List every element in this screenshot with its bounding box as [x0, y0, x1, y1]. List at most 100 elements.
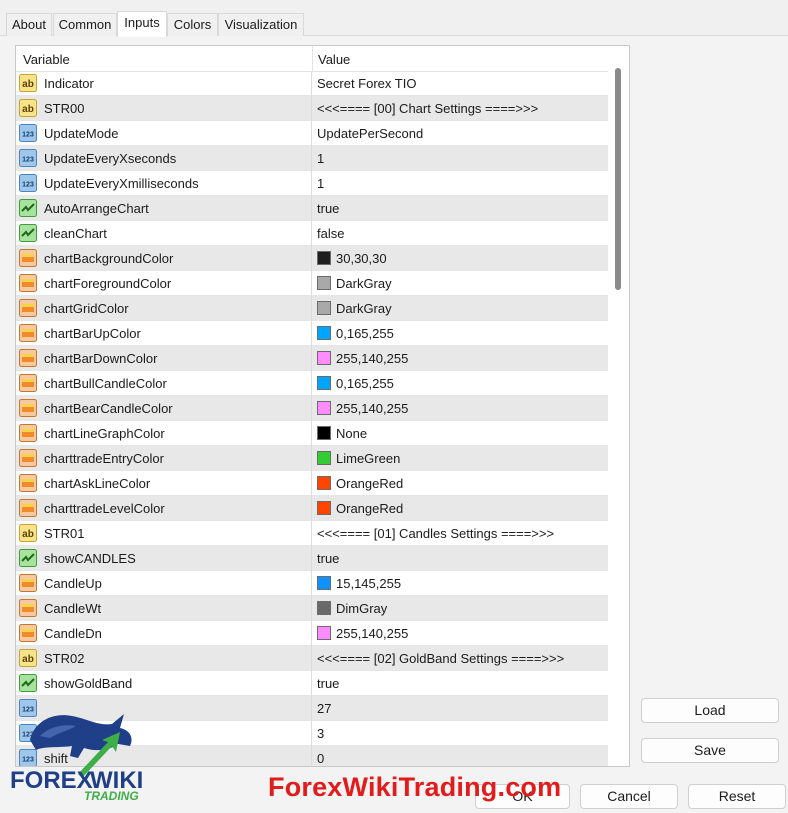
color-swatch[interactable] — [317, 376, 331, 390]
variable-value[interactable]: None — [336, 426, 367, 441]
color-swatch[interactable] — [317, 426, 331, 440]
column-divider[interactable] — [312, 46, 313, 72]
input-row[interactable]: CandleDn 255,140,255 — [16, 621, 608, 646]
variable-value[interactable]: <<<==== [02] GoldBand Settings ====>>> — [317, 651, 564, 666]
grid-header: Variable Value — [16, 46, 608, 72]
cell-divider — [311, 221, 312, 246]
color-swatch[interactable] — [317, 576, 331, 590]
color-swatch[interactable] — [317, 501, 331, 515]
column-header-value[interactable]: Value — [318, 52, 350, 67]
variable-name: AutoArrangeChart — [44, 201, 149, 216]
input-row[interactable]: chartBarUpColor 0,165,255 — [16, 321, 608, 346]
input-row[interactable]: ab STR00 <<<==== [00] Chart Settings ====>… — [16, 96, 608, 121]
variable-name: chartBarDownColor — [44, 351, 158, 366]
variable-value[interactable]: OrangeRed — [336, 501, 403, 516]
variable-value[interactable]: Secret Forex TIO — [317, 76, 416, 91]
input-row[interactable]: charttradeLevelColor OrangeRed — [16, 496, 608, 521]
scrollbar-thumb[interactable] — [615, 68, 621, 290]
variable-value[interactable]: 27 — [317, 701, 331, 716]
tab-colors[interactable]: Colors — [167, 13, 218, 36]
cell-divider — [311, 471, 312, 496]
variable-value[interactable]: 255,140,255 — [336, 351, 408, 366]
variable-name: UpdateMode — [44, 126, 119, 141]
input-row[interactable]: ab Indicator Secret Forex TIO — [16, 71, 608, 96]
input-row[interactable]: AutoArrangeChart true — [16, 196, 608, 221]
boolean-check-icon — [19, 224, 37, 242]
input-row[interactable]: cleanChart false — [16, 221, 608, 246]
color-swatch[interactable] — [317, 301, 331, 315]
input-row[interactable]: chartBearCandleColor 255,140,255 — [16, 396, 608, 421]
input-row[interactable]: CandleWt DimGray — [16, 596, 608, 621]
input-row[interactable]: charttradeEntryColor LimeGreen — [16, 446, 608, 471]
variable-value[interactable]: 0,165,255 — [336, 376, 394, 391]
variable-value[interactable]: 15,145,255 — [336, 576, 401, 591]
input-row[interactable]: chartBarDownColor 255,140,255 — [16, 346, 608, 371]
input-row[interactable]: chartBackgroundColor 30,30,30 — [16, 246, 608, 271]
input-row[interactable]: 123 UpdateEveryXmilliseconds 1 — [16, 171, 608, 196]
variable-name: CandleWt — [44, 601, 102, 616]
color-swatch[interactable] — [317, 451, 331, 465]
watermark-site-text: ForexWikiTrading.com — [268, 772, 562, 802]
variable-value[interactable]: DimGray — [336, 601, 387, 616]
vertical-scrollbar[interactable] — [608, 46, 629, 766]
variable-value[interactable]: UpdatePerSecond — [317, 126, 423, 141]
variable-value[interactable]: OrangeRed — [336, 476, 403, 491]
color-swatch[interactable] — [317, 251, 331, 265]
cell-divider — [311, 371, 312, 396]
variable-name: STR00 — [44, 101, 85, 116]
tab-about[interactable]: About — [6, 13, 52, 36]
color-swatch[interactable] — [317, 476, 331, 490]
variable-value[interactable]: 0,165,255 — [336, 326, 394, 341]
variable-value[interactable]: 255,140,255 — [336, 401, 408, 416]
variable-value[interactable]: 30,30,30 — [336, 251, 387, 266]
color-palette-icon — [19, 299, 37, 317]
variable-value[interactable]: 0 — [317, 751, 324, 766]
color-swatch[interactable] — [317, 626, 331, 640]
color-swatch[interactable] — [317, 401, 331, 415]
123-integer-icon: 123 — [19, 149, 37, 167]
variable-value[interactable]: 1 — [317, 176, 324, 191]
variable-value[interactable]: LimeGreen — [336, 451, 400, 466]
tab-visualization[interactable]: Visualization — [218, 13, 304, 36]
input-row[interactable]: chartBullCandleColor 0,165,255 — [16, 371, 608, 396]
input-row[interactable]: chartLineGraphColor None — [16, 421, 608, 446]
variable-value[interactable]: <<<==== [00] Chart Settings ====>>> — [317, 101, 538, 116]
variable-value[interactable]: DarkGray — [336, 301, 392, 316]
tab-common[interactable]: Common — [53, 13, 117, 36]
color-swatch[interactable] — [317, 601, 331, 615]
variable-value[interactable]: true — [317, 551, 339, 566]
color-swatch[interactable] — [317, 351, 331, 365]
save-button[interactable]: Save — [641, 738, 779, 763]
input-row[interactable]: showCANDLES true — [16, 546, 608, 571]
color-swatch[interactable] — [317, 326, 331, 340]
tab-inputs[interactable]: Inputs — [117, 11, 167, 37]
input-row[interactable]: chartForegroundColor DarkGray — [16, 271, 608, 296]
variable-value[interactable]: <<<==== [01] Candles Settings ====>>> — [317, 526, 554, 541]
variable-name: chartForegroundColor — [44, 276, 172, 291]
variable-name: chartBullCandleColor — [44, 376, 167, 391]
input-row[interactable]: ab STR02 <<<==== [02] GoldBand Settings ==… — [16, 646, 608, 671]
color-swatch[interactable] — [317, 276, 331, 290]
input-row[interactable]: 123 UpdateMode UpdatePerSecond — [16, 121, 608, 146]
cell-divider — [311, 146, 312, 171]
variable-value[interactable]: 3 — [317, 726, 324, 741]
column-header-variable[interactable]: Variable — [23, 52, 70, 67]
load-button[interactable]: Load — [641, 698, 779, 723]
variable-name: charttradeLevelColor — [44, 501, 165, 516]
input-row[interactable]: chartGridColor DarkGray — [16, 296, 608, 321]
variable-value[interactable]: false — [317, 226, 344, 241]
123-integer-icon: 123 — [19, 174, 37, 192]
cancel-button[interactable]: Cancel — [580, 784, 678, 809]
cell-divider — [311, 396, 312, 421]
variable-value[interactable]: 255,140,255 — [336, 626, 408, 641]
variable-value[interactable]: true — [317, 676, 339, 691]
input-row[interactable]: chartAskLineColor OrangeRed — [16, 471, 608, 496]
input-row[interactable]: CandleUp 15,145,255 — [16, 571, 608, 596]
variable-value[interactable]: 1 — [317, 151, 324, 166]
input-row[interactable]: ab STR01 <<<==== [01] Candles Settings ===… — [16, 521, 608, 546]
variable-value[interactable]: DarkGray — [336, 276, 392, 291]
variable-value[interactable]: true — [317, 201, 339, 216]
input-row[interactable]: showGoldBand true — [16, 671, 608, 696]
input-row[interactable]: 123 UpdateEveryXseconds 1 — [16, 146, 608, 171]
reset-button[interactable]: Reset — [688, 784, 786, 809]
